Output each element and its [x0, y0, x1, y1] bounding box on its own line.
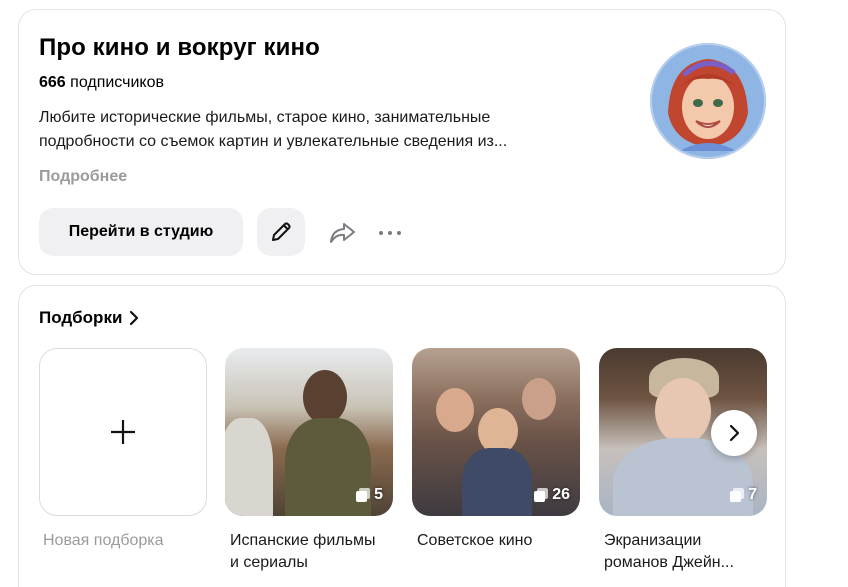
plus-icon — [111, 420, 135, 444]
collection-count-value: 7 — [748, 486, 757, 503]
collection-count: 5 — [355, 486, 383, 504]
chevron-right-icon — [729, 424, 740, 442]
stack-icon — [356, 488, 371, 502]
channel-card: Про кино и вокруг кино 666 подписчиков Л… — [18, 9, 786, 275]
photo-figure — [303, 370, 347, 424]
stack-icon — [730, 488, 745, 502]
carousel-next-button[interactable] — [711, 410, 757, 456]
collection-label-spanish: Испанские фильмы и сериалы — [230, 530, 398, 574]
collections-title-link[interactable]: Подборки — [39, 308, 140, 328]
collections-title: Подборки — [39, 308, 123, 327]
avatar[interactable] — [650, 43, 766, 159]
collection-label-austen: Экранизации романов Джейн... — [604, 530, 772, 574]
collection-label-line-1: Советское кино — [417, 532, 533, 549]
go-to-studio-button[interactable]: Перейти в студию — [39, 208, 243, 256]
photo-figure — [436, 388, 474, 432]
collection-count-value: 26 — [552, 486, 570, 503]
new-collection-tile[interactable] — [39, 348, 207, 516]
stack-icon — [534, 488, 549, 502]
collection-label-soviet: Советское кино — [417, 530, 585, 552]
more-options-button[interactable] — [373, 216, 407, 250]
subscribers-count: 666 — [39, 74, 66, 91]
photo-figure — [225, 418, 273, 516]
avatar-ring — [650, 43, 766, 159]
chevron-right-icon — [130, 310, 139, 326]
channel-description: Любите исторические фильмы, старое кино,… — [39, 106, 599, 154]
ellipsis-icon — [379, 231, 401, 235]
photo-figure — [522, 378, 556, 420]
edit-button[interactable] — [257, 208, 305, 256]
share-arrow-icon — [330, 223, 355, 243]
description-line-1: Любите исторические фильмы, старое кино,… — [39, 109, 491, 126]
pencil-icon — [272, 222, 291, 241]
collection-count: 7 — [729, 486, 757, 504]
more-link[interactable]: Подробнее — [39, 168, 127, 186]
photo-figure — [655, 378, 711, 444]
description-line-2: подробности со съемок картин и увлекател… — [39, 133, 508, 150]
collection-label-line-1: Испанские фильмы — [230, 532, 376, 549]
subscribers-info: 666 подписчиков — [39, 74, 164, 92]
collection-label-line-2: и сериалы — [230, 554, 308, 571]
channel-title: Про кино и вокруг кино — [39, 34, 320, 61]
collections-card: Подборки Новая подборка 5 Испанские филь… — [18, 285, 786, 587]
collection-count: 26 — [533, 486, 570, 504]
collection-label-line-2: романов Джейн... — [604, 554, 734, 571]
share-button[interactable] — [325, 216, 359, 250]
new-collection-label: Новая подборка — [43, 532, 164, 549]
collection-label-line-1: Экранизации — [604, 532, 702, 549]
collection-tile-spanish[interactable]: 5 — [225, 348, 393, 516]
subscribers-label: подписчиков — [70, 74, 164, 91]
photo-figure — [462, 448, 532, 516]
collection-tile-soviet[interactable]: 26 — [412, 348, 580, 516]
collection-count-value: 5 — [374, 486, 383, 503]
